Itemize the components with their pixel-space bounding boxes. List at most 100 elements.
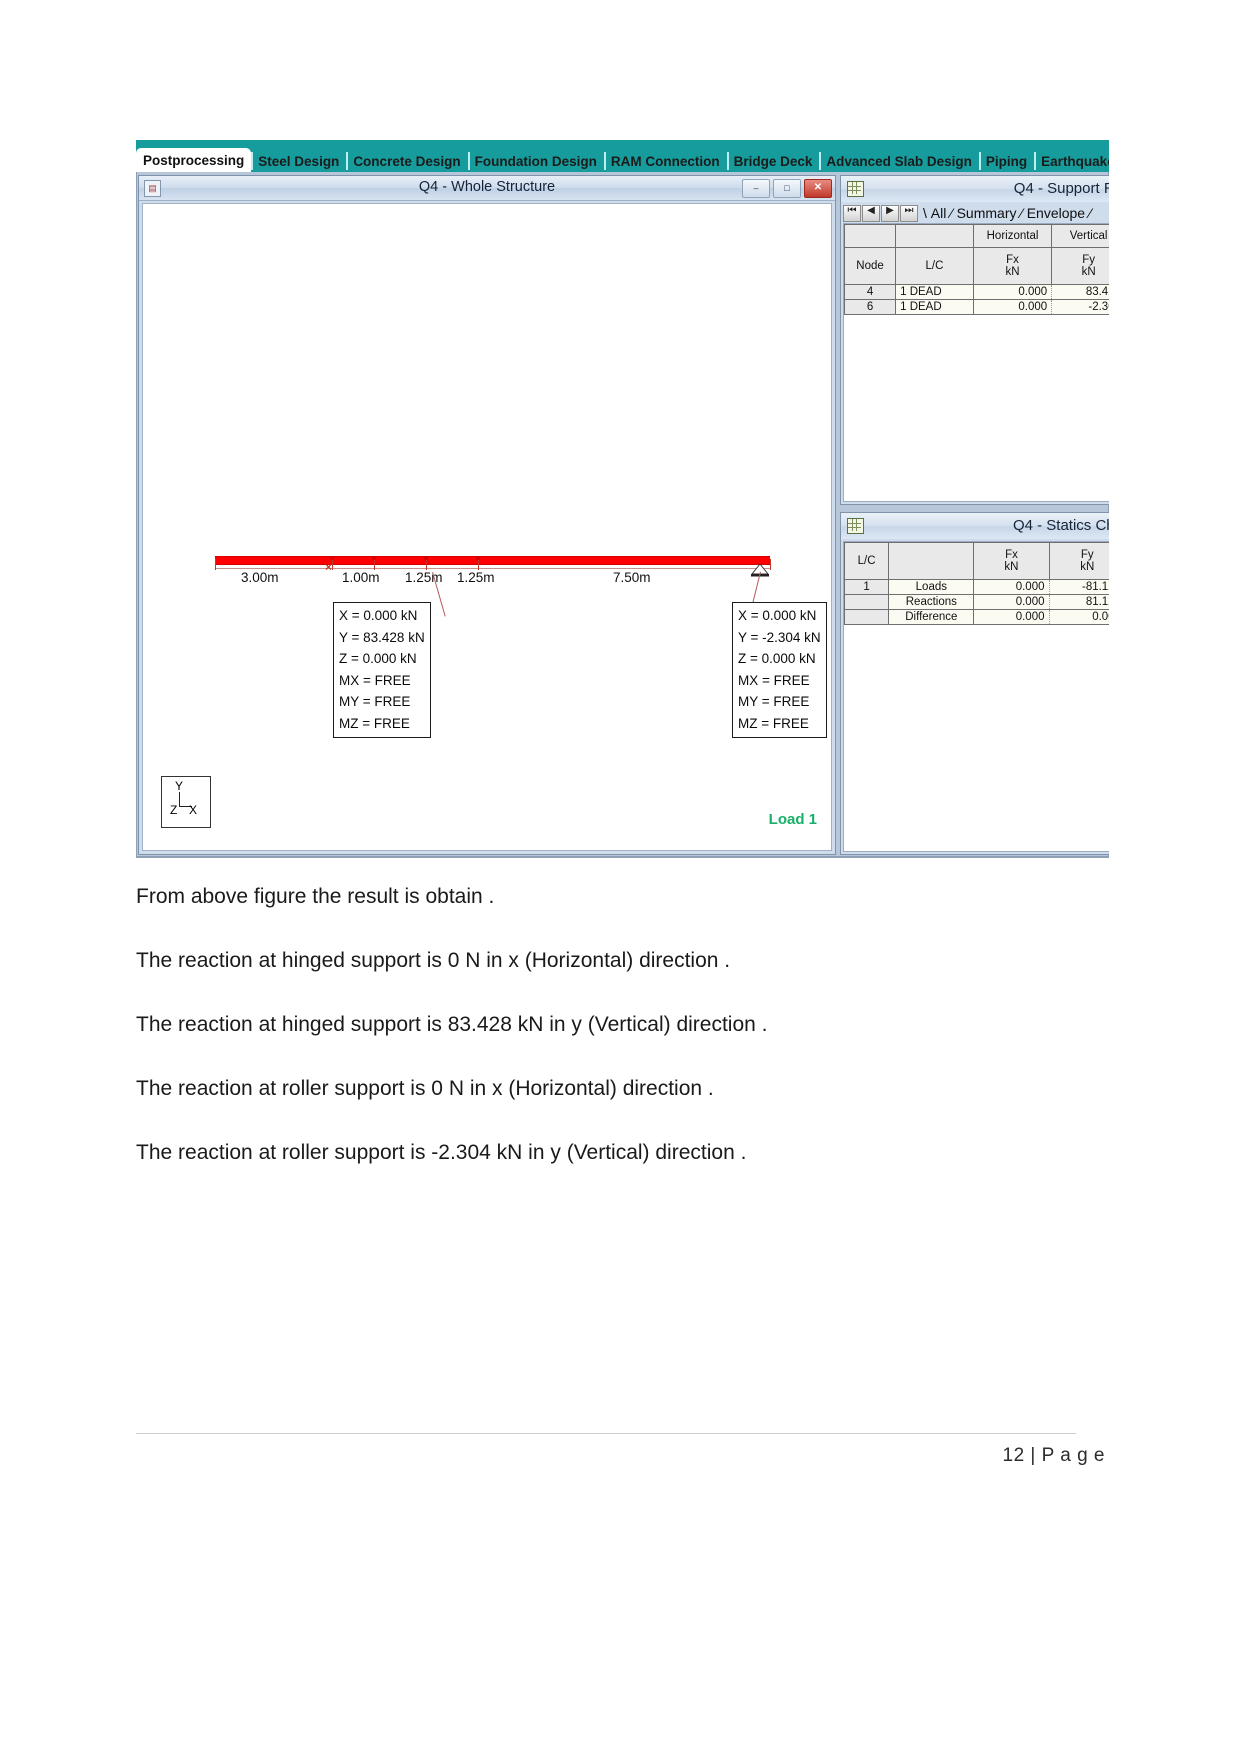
dimension-line <box>215 568 770 569</box>
group-blank <box>895 224 974 248</box>
reaction-line: MX = FREE <box>738 672 810 688</box>
reaction-line: Z = 0.000 kN <box>738 651 816 666</box>
support-reactions-table-wrap[interactable]: Horizontal Vertical Node L/C Fx kN Fy kN 4… <box>843 223 1109 502</box>
tab-concrete-design[interactable]: Concrete Design <box>346 150 467 172</box>
axis-line-y <box>179 792 180 806</box>
dimension-label: 1.25m <box>405 570 443 585</box>
cell-fx: 0.000 <box>972 299 1053 315</box>
tab-advanced-slab-design[interactable]: Advanced Slab Design <box>819 150 979 172</box>
reaction-line: Y = -2.304 kN <box>738 629 821 645</box>
sheet-tab-label: Envelope <box>1026 205 1086 221</box>
sheet-tab-all[interactable]: \ All <box>923 205 946 221</box>
prev-record-button[interactable]: ◀ <box>862 204 880 222</box>
last-icon: ⏭ <box>904 204 914 216</box>
whole-structure-window: ▤ Q4 - Whole Structure – □ ✕ × 3.00m 1.0… <box>138 175 836 855</box>
support-reactions-table: Horizontal Vertical Node L/C Fx kN Fy kN 4… <box>844 224 1109 315</box>
table-row[interactable]: 4 1 DEAD 0.000 83.428 <box>844 284 1109 300</box>
cell-fx: 0.000 <box>973 594 1050 610</box>
cell-lc <box>844 594 890 610</box>
next-record-button[interactable]: ▶ <box>881 204 899 222</box>
table-header-row: Node L/C Fx kN Fy kN <box>844 247 1109 285</box>
cell-fx: 0.000 <box>973 609 1050 625</box>
dimension-label: 1.00m <box>342 570 380 585</box>
tab-label: RAM Connection <box>610 154 720 169</box>
window-titlebar[interactable]: Q4 - Statics Che <box>841 513 1109 539</box>
window-titlebar[interactable]: Q4 - Support Re <box>841 176 1109 202</box>
tab-steel-design[interactable]: Steel Design <box>251 150 346 172</box>
paragraph: From above figure the result is obtain . <box>136 885 495 908</box>
dimension-tick <box>770 559 771 570</box>
minimize-button[interactable]: – <box>742 179 770 198</box>
statics-check-table-wrap[interactable]: L/C FxkN FykN 1 Loads 0.000 -81.124 Reac… <box>843 541 1109 852</box>
group-vertical: Vertical <box>1051 224 1109 248</box>
footer-divider <box>136 1433 1076 1434</box>
sheet-tab-summary[interactable]: ⁄ Summary <box>950 205 1016 221</box>
reaction-line: X = 0.000 kN <box>339 608 418 623</box>
cell-fy: 0.000 <box>1048 609 1109 625</box>
structure-canvas[interactable]: × 3.00m 1.00m 1.25m 1.25m 7.50m X = 0.00… <box>142 203 832 851</box>
tab-piping[interactable]: Piping <box>978 150 1034 172</box>
tab-label: Concrete Design <box>353 154 461 169</box>
table-row[interactable]: 6 1 DEAD 0.000 -2.304 <box>844 299 1109 315</box>
document-body: From above figure the result is obtain .… <box>136 884 1076 1204</box>
next-icon: ▶ <box>886 204 894 216</box>
tab-label: Foundation Design <box>474 154 597 169</box>
sheet-navigation: ⏮ ◀ ▶ ⏭ \ All ⁄ Summary ⁄ Envelope ⁄ <box>843 204 1091 222</box>
sheet-tab-envelope[interactable]: ⁄ Envelope <box>1020 205 1085 221</box>
maximize-button[interactable]: □ <box>773 179 801 198</box>
right-support-reaction-box: X = 0.000 kN Y = -2.304 kN Z = 0.000 kN … <box>732 602 827 738</box>
tab-postprocessing[interactable]: Postprocessing <box>136 148 252 172</box>
node-marker <box>476 556 480 560</box>
group-blank <box>844 224 897 248</box>
load-case-label: Load 1 <box>768 811 817 828</box>
cell-fx: 0.000 <box>972 284 1053 300</box>
cell-lc: 1 DEAD <box>895 284 974 300</box>
group-horizontal: Horizontal <box>972 224 1053 248</box>
tab-foundation-design[interactable]: Foundation Design <box>467 150 604 172</box>
reaction-line: Z = 0.000 kN <box>339 651 417 666</box>
cell-item: Difference <box>888 609 975 625</box>
cell-lc <box>844 609 890 625</box>
cell-fy: 83.428 <box>1051 284 1109 300</box>
support-reactions-window: Q4 - Support Re ⏮ ◀ ▶ ⏭ \ All ⁄ Summary … <box>840 175 1109 505</box>
statics-check-window: Q4 - Statics Che L/C FxkN FykN 1 Loads 0… <box>840 512 1109 855</box>
axis-label-y: Y <box>175 779 184 793</box>
cell-lc: 1 <box>844 579 890 595</box>
table-row[interactable]: Difference 0.000 0.000 <box>844 609 1109 625</box>
tab-label: Advanced Slab Design <box>826 154 972 169</box>
dimension-tick <box>426 559 427 570</box>
staad-screenshot: Postprocessing Steel Design Concrete Des… <box>136 140 1109 858</box>
table-row[interactable]: 1 Loads 0.000 -81.124 <box>844 579 1109 595</box>
col-lc: L/C <box>895 247 974 285</box>
close-button[interactable]: ✕ <box>804 179 832 198</box>
first-record-button[interactable]: ⏮ <box>843 204 861 222</box>
tab-label: Steel Design <box>258 154 340 169</box>
tab-label: Earthquake <box>1041 154 1109 169</box>
tab-bridge-deck[interactable]: Bridge Deck <box>726 150 820 172</box>
table-row[interactable]: Reactions 0.000 81.124 <box>844 594 1109 610</box>
axis-triad: Y Z X <box>161 776 211 828</box>
reaction-line: X = 0.000 kN <box>738 608 817 623</box>
ribbon-tab-bar: Postprocessing Steel Design Concrete Des… <box>136 140 1109 172</box>
paragraph: The reaction at roller support is 0 N in… <box>136 1077 714 1100</box>
dimension-label: 1.25m <box>457 570 495 585</box>
first-icon: ⏮ <box>847 204 857 216</box>
workspace-area: ▤ Q4 - Whole Structure – □ ✕ × 3.00m 1.0… <box>136 172 1109 858</box>
tab-ram-connection[interactable]: RAM Connection <box>603 150 727 172</box>
sheet-tab-divider: ⁄ <box>1089 205 1092 221</box>
sheet-tab-label: All <box>930 205 947 221</box>
last-record-button[interactable]: ⏭ <box>900 204 918 222</box>
node-marker <box>372 556 376 560</box>
statics-check-table: L/C FxkN FykN 1 Loads 0.000 -81.124 Reac… <box>844 542 1109 625</box>
col-fx: Fx kN <box>973 542 1050 580</box>
left-support-reaction-box: X = 0.000 kN Y = 83.428 kN Z = 0.000 kN … <box>333 602 431 738</box>
dimension-tick <box>332 559 333 570</box>
window-titlebar[interactable]: ▤ Q4 - Whole Structure – □ ✕ <box>139 176 835 201</box>
dimension-label: 3.00m <box>241 570 279 585</box>
window-title: Q4 - Whole Structure <box>418 179 556 195</box>
cell-fy: -2.304 <box>1051 299 1109 315</box>
reaction-line: MY = FREE <box>339 694 411 709</box>
col-lc: L/C <box>844 542 890 580</box>
tab-earthquake[interactable]: Earthquake <box>1034 150 1109 172</box>
support-x-marker: × <box>325 560 333 574</box>
